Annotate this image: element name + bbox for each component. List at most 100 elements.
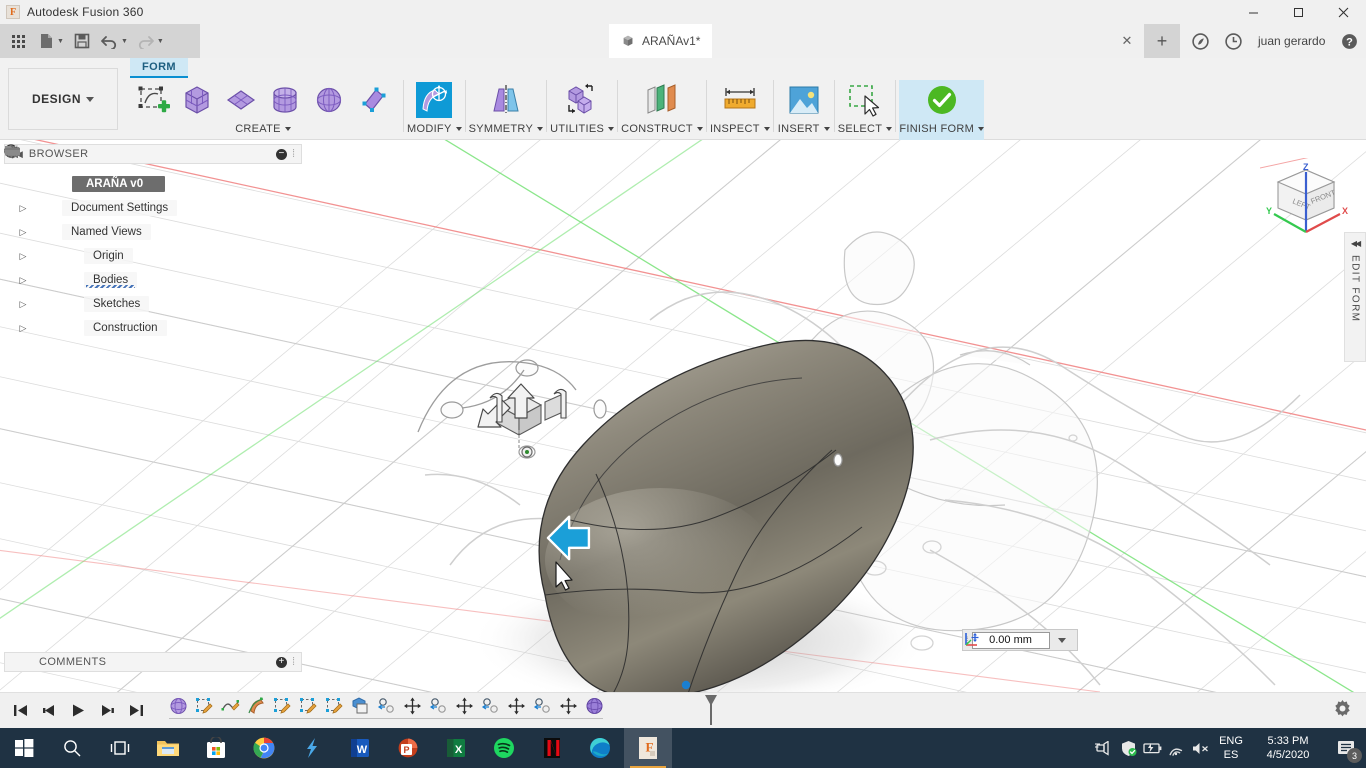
help-icon[interactable]: ? [1341,33,1358,50]
plane-icon[interactable] [222,81,260,119]
cylinder-icon[interactable] [266,81,304,119]
measure-icon[interactable] [721,81,759,119]
timeline-marker-icon[interactable] [705,695,717,725]
timeline-settings-icon[interactable] [1333,699,1366,723]
edit-form-icon[interactable] [415,81,453,119]
timeline-feature-move[interactable] [453,695,475,717]
app-grid-icon[interactable] [5,28,31,54]
action-center-button[interactable]: 3 [1326,728,1366,768]
close-icon[interactable] [1321,0,1366,24]
document-tab-arana[interactable]: ARAÑAv1* [609,24,712,58]
timeline-feature-revolve[interactable] [245,695,267,717]
step-back-icon[interactable] [41,703,58,718]
minus-circle-icon[interactable]: − [276,149,287,160]
timeline-feature-sketch[interactable] [193,695,215,717]
collapse-left-icon[interactable]: ◀◀ [1351,239,1359,248]
tree-item-construction[interactable]: ▷ Construction [4,316,302,340]
battery-icon[interactable] [1140,728,1164,768]
sphere-icon[interactable] [310,81,348,119]
mirror-internal-icon[interactable] [487,81,525,119]
edge-button[interactable] [576,728,624,768]
select-window-icon[interactable] [846,81,884,119]
dimension-input-group[interactable]: ⁞ 0.00 mm [962,629,1078,651]
timeline-feature-combine[interactable] [349,695,371,717]
timeline-feature-joint[interactable] [479,695,501,717]
quadball-icon[interactable] [354,81,392,119]
undo-icon[interactable] [97,28,123,54]
new-file-caret-icon[interactable]: ▼ [57,38,64,45]
timeline-feature-form-body[interactable] [583,695,605,717]
spotify-button[interactable] [480,728,528,768]
maximize-icon[interactable] [1276,0,1321,24]
comments-panel[interactable]: COMMENTS + ⁞ [4,652,302,672]
timeline-feature-move[interactable] [557,695,579,717]
ribbon-group-utilities-label[interactable]: UTILITIES [550,120,614,138]
offset-plane-icon[interactable] [643,81,681,119]
expand-arrow-icon[interactable]: ▷ [16,203,30,214]
netflix-button[interactable] [528,728,576,768]
tree-item-origin[interactable]: ▷ Origin [4,244,302,268]
play-icon[interactable] [70,703,87,718]
timeline-feature-move[interactable] [505,695,527,717]
timeline-feature-sketch[interactable] [323,695,345,717]
create-form-icon[interactable] [134,81,172,119]
start-button[interactable] [0,728,48,768]
clock[interactable]: 5:33 PM 4/5/2020 [1250,728,1326,768]
timeline-feature-sketch[interactable] [297,695,319,717]
expand-arrow-icon[interactable]: ▷ [16,299,30,310]
powerpoint-button[interactable]: P [384,728,432,768]
ribbon-group-insert-label[interactable]: INSERT [778,120,830,138]
browser-header[interactable]: ◀◀ BROWSER − ⁞ [4,144,302,164]
microsoft-store-button[interactable] [192,728,240,768]
new-file-icon[interactable] [33,28,59,54]
excel-button[interactable]: X [432,728,480,768]
ribbon-group-select-label[interactable]: SELECT [838,120,893,138]
tree-item-bodies[interactable]: ▷ Bodies [4,268,302,292]
fusion360-button[interactable]: F [624,728,672,768]
language-indicator[interactable]: ENG ES [1212,728,1250,768]
tree-item-sketches[interactable]: ▷ Sketches [4,292,302,316]
tree-item-arana[interactable]: ARAÑA v0 [4,172,302,196]
ribbon-group-finish-form[interactable]: FINISH FORM [899,80,984,140]
meeting-now-icon[interactable] [1092,728,1116,768]
volume-muted-icon[interactable] [1188,728,1212,768]
expand-arrow-icon[interactable]: ▷ [16,251,30,262]
timeline-feature-joint[interactable] [427,695,449,717]
skip-to-start-icon[interactable] [12,703,29,718]
save-icon[interactable] [69,28,95,54]
user-name-label[interactable]: juan gerardo [1258,34,1325,48]
plus-circle-icon[interactable]: + [276,657,287,668]
wifi-icon[interactable] [1164,728,1188,768]
viewport-canvas[interactable]: ◀◀ BROWSER − ⁞ [0,140,1366,692]
expand-arrow-icon[interactable]: ▷ [16,275,30,286]
timeline-feature-move[interactable] [401,695,423,717]
grip-icon[interactable]: ⁞ [292,148,295,160]
search-button[interactable] [48,728,96,768]
insert-image-icon[interactable] [785,81,823,119]
expand-arrow-icon[interactable]: ▷ [16,227,30,238]
timeline-feature-joint[interactable] [375,695,397,717]
redo-icon[interactable] [133,28,159,54]
box-icon[interactable] [178,81,216,119]
finish-check-icon[interactable] [923,81,961,119]
new-document-tab-button[interactable]: + [1144,24,1180,58]
convert-icon[interactable] [563,81,601,119]
timeline-feature-joint[interactable] [531,695,553,717]
ribbon-group-finish-form-label[interactable]: FINISH FORM [899,120,984,138]
chrome-button[interactable] [240,728,288,768]
ribbon-group-inspect-label[interactable]: INSPECT [710,120,770,138]
minimize-icon[interactable] [1231,0,1276,24]
tree-item-named-views[interactable]: ▷ Named Views [4,220,302,244]
close-document-tab-icon[interactable]: ✕ [1119,33,1135,49]
ribbon-group-symmetry-label[interactable]: SYMMETRY [469,120,544,138]
view-cube[interactable]: LEFT FRONT Z Y X [1260,158,1352,244]
skip-to-end-icon[interactable] [128,703,145,718]
workspace-selector[interactable]: DESIGN [8,68,118,130]
dimension-value-input[interactable]: 0.00 mm [972,632,1050,649]
timeline-feature-spline-sketch[interactable] [219,695,241,717]
undo-caret-icon[interactable]: ▼ [121,38,128,45]
expand-arrow-icon[interactable]: ▷ [16,323,30,334]
ribbon-group-modify-label[interactable]: MODIFY [407,120,462,138]
timeline-feature-form-body[interactable] [167,695,189,717]
file-explorer-button[interactable] [144,728,192,768]
